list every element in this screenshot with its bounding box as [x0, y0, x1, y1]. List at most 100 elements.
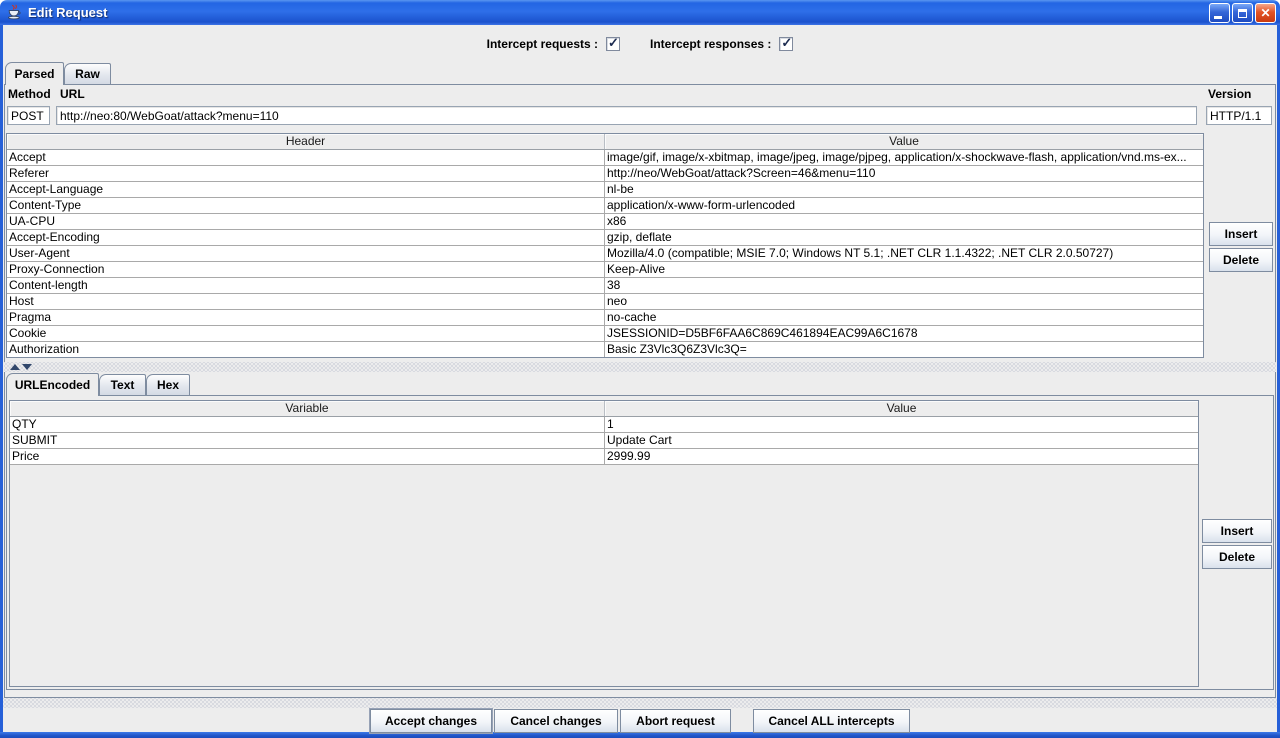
table-cell[interactable]: Accept-Language	[7, 182, 605, 197]
table-row[interactable]: Accept-Languagenl-be	[7, 182, 1203, 198]
headers-delete-button[interactable]: Delete	[1209, 248, 1273, 272]
edit-request-window: Edit Request ✕ Intercept requests : ✓ In…	[0, 0, 1280, 738]
abort-request-button[interactable]: Abort request	[620, 709, 731, 733]
table-cell[interactable]: x86	[605, 214, 1203, 229]
table-row[interactable]: User-AgentMozilla/4.0 (compatible; MSIE …	[7, 246, 1203, 262]
table-row[interactable]: Proxy-ConnectionKeep-Alive	[7, 262, 1203, 278]
table-cell[interactable]: Host	[7, 294, 605, 309]
tab-parsed[interactable]: Parsed	[5, 62, 64, 85]
headers-insert-button[interactable]: Insert	[1209, 222, 1273, 246]
table-cell[interactable]: JSESSIONID=D5BF6FAA6C869C461894EAC99A6C1…	[605, 326, 1203, 341]
headers-table: Header Value Acceptimage/gif, image/x-xb…	[6, 133, 1204, 358]
table-cell[interactable]: nl-be	[605, 182, 1203, 197]
tab-urlencoded[interactable]: URLEncoded	[6, 373, 99, 396]
intercept-row: Intercept requests : ✓ Intercept respons…	[3, 34, 1277, 54]
version-field[interactable]	[1206, 106, 1272, 125]
table-row[interactable]: Hostneo	[7, 294, 1203, 310]
cancel-all-intercepts-label: Cancel ALL intercepts	[768, 714, 894, 728]
tab-urlencoded-label: URLEncoded	[15, 378, 90, 392]
table-cell[interactable]: neo	[605, 294, 1203, 309]
variables-delete-button[interactable]: Delete	[1202, 545, 1272, 569]
table-cell[interactable]: 2999.99	[605, 449, 1198, 464]
table-row[interactable]: Refererhttp://neo/WebGoat/attack?Screen=…	[7, 166, 1203, 182]
collapse-down-icon[interactable]	[22, 364, 32, 370]
close-button[interactable]: ✕	[1255, 3, 1276, 23]
accept-changes-button[interactable]: Accept changes	[370, 709, 492, 733]
abort-request-label: Abort request	[636, 714, 715, 728]
minimize-icon	[1214, 16, 1222, 19]
table-cell[interactable]: Update Cart	[605, 433, 1198, 448]
table-row[interactable]: Price2999.99	[10, 449, 1198, 465]
table-row[interactable]: Acceptimage/gif, image/x-xbitmap, image/…	[7, 150, 1203, 166]
url-label: URL	[60, 87, 85, 101]
table-row[interactable]: Accept-Encodinggzip, deflate	[7, 230, 1203, 246]
table-cell[interactable]: Keep-Alive	[605, 262, 1203, 277]
table-cell[interactable]: application/x-www-form-urlencoded	[605, 198, 1203, 213]
tab-hex[interactable]: Hex	[146, 374, 190, 395]
cancel-changes-label: Cancel changes	[510, 714, 601, 728]
bottom-divider[interactable]	[3, 698, 1277, 708]
table-cell[interactable]: QTY	[10, 417, 605, 432]
table-cell[interactable]: Basic Z3Vlc3Q6Z3Vlc3Q=	[605, 342, 1203, 357]
maximize-icon	[1238, 9, 1247, 18]
collapse-up-icon[interactable]	[10, 364, 20, 370]
header-column-header[interactable]: Header	[7, 134, 605, 149]
table-cell[interactable]: Accept-Encoding	[7, 230, 605, 245]
variable-column-header[interactable]: Variable	[10, 401, 605, 416]
table-cell[interactable]: Referer	[7, 166, 605, 181]
tab-hex-label: Hex	[157, 378, 179, 392]
table-cell[interactable]: User-Agent	[7, 246, 605, 261]
table-cell[interactable]: gzip, deflate	[605, 230, 1203, 245]
table-cell[interactable]: Mozilla/4.0 (compatible; MSIE 7.0; Windo…	[605, 246, 1203, 261]
value-column-header[interactable]: Value	[605, 401, 1198, 416]
value-column-header[interactable]: Value	[605, 134, 1203, 149]
table-cell[interactable]: http://neo/WebGoat/attack?Screen=46&menu…	[605, 166, 1203, 181]
delete-label: Delete	[1223, 253, 1259, 267]
table-cell[interactable]: Cookie	[7, 326, 605, 341]
java-cup-icon	[6, 4, 23, 21]
variables-insert-button[interactable]: Insert	[1202, 519, 1272, 543]
variables-table-header[interactable]: Variable Value	[10, 401, 1198, 417]
table-cell[interactable]: 38	[605, 278, 1203, 293]
table-cell[interactable]: Accept	[7, 150, 605, 165]
table-cell[interactable]: 1	[605, 417, 1198, 432]
maximize-button[interactable]	[1232, 3, 1253, 23]
window-title: Edit Request	[28, 5, 107, 20]
table-cell[interactable]: Pragma	[7, 310, 605, 325]
table-row[interactable]: AuthorizationBasic Z3Vlc3Q6Z3Vlc3Q=	[7, 342, 1203, 358]
cancel-all-intercepts-button[interactable]: Cancel ALL intercepts	[753, 709, 910, 733]
table-row[interactable]: Pragmano-cache	[7, 310, 1203, 326]
table-cell[interactable]: image/gif, image/x-xbitmap, image/jpeg, …	[605, 150, 1203, 165]
tab-text[interactable]: Text	[99, 374, 146, 395]
url-field[interactable]	[56, 106, 1197, 125]
table-cell[interactable]: SUBMIT	[10, 433, 605, 448]
version-label: Version	[1208, 87, 1251, 101]
table-row[interactable]: CookieJSESSIONID=D5BF6FAA6C869C461894EAC…	[7, 326, 1203, 342]
table-row[interactable]: UA-CPUx86	[7, 214, 1203, 230]
table-row[interactable]: SUBMITUpdate Cart	[10, 433, 1198, 449]
intercept-responses-checkbox[interactable]: ✓	[779, 37, 793, 51]
tab-text-label: Text	[111, 378, 135, 392]
split-divider[interactable]	[4, 362, 1276, 372]
method-field[interactable]	[7, 106, 50, 125]
button-spacer	[733, 709, 751, 733]
intercept-requests-checkbox[interactable]: ✓	[606, 37, 620, 51]
minimize-button[interactable]	[1209, 3, 1230, 23]
table-row[interactable]: Content-length38	[7, 278, 1203, 294]
insert-label: Insert	[1221, 524, 1254, 538]
method-label: Method	[8, 87, 51, 101]
cancel-changes-button[interactable]: Cancel changes	[494, 709, 618, 733]
tab-raw-label: Raw	[75, 67, 100, 81]
table-cell[interactable]: Authorization	[7, 342, 605, 357]
tab-raw[interactable]: Raw	[64, 63, 111, 84]
table-cell[interactable]: Proxy-Connection	[7, 262, 605, 277]
title-bar[interactable]: Edit Request ✕	[0, 0, 1280, 25]
table-row[interactable]: QTY1	[10, 417, 1198, 433]
table-cell[interactable]: Price	[10, 449, 605, 464]
table-row[interactable]: Content-Typeapplication/x-www-form-urlen…	[7, 198, 1203, 214]
headers-table-header[interactable]: Header Value	[7, 134, 1203, 150]
table-cell[interactable]: UA-CPU	[7, 214, 605, 229]
table-cell[interactable]: Content-length	[7, 278, 605, 293]
table-cell[interactable]: no-cache	[605, 310, 1203, 325]
table-cell[interactable]: Content-Type	[7, 198, 605, 213]
